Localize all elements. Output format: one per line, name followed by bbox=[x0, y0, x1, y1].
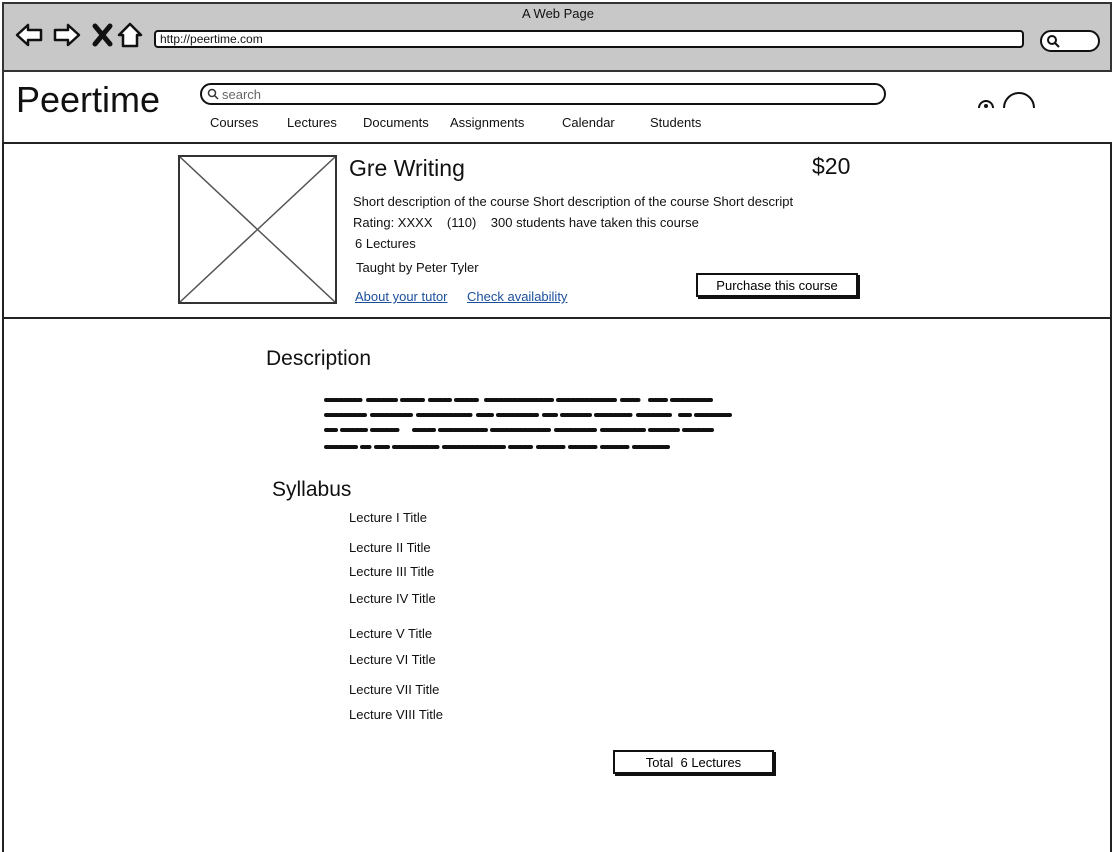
address-bar[interactable]: http://peertime.com bbox=[154, 30, 1024, 48]
total-lectures-button[interactable]: Total 6 Lectures bbox=[613, 750, 774, 774]
nav-lectures[interactable]: Lectures bbox=[287, 115, 337, 130]
lecture-item[interactable]: Lecture V Title bbox=[349, 626, 432, 641]
course-image bbox=[178, 155, 337, 304]
lecture-item[interactable]: Lecture I Title bbox=[349, 510, 427, 525]
course-short-description: Short description of the course Short de… bbox=[353, 194, 794, 209]
course-lecture-count: 6 Lectures bbox=[355, 236, 416, 251]
search-icon bbox=[1047, 35, 1060, 48]
window-title: A Web Page bbox=[521, 6, 595, 21]
course-tutor: Taught by Peter Tyler bbox=[356, 260, 479, 275]
check-availability-link[interactable]: Check availability bbox=[467, 289, 567, 304]
description-scribble bbox=[324, 398, 732, 449]
course-title: Gre Writing bbox=[349, 155, 465, 181]
nav-documents[interactable]: Documents bbox=[363, 115, 429, 130]
back-arrow-icon[interactable] bbox=[14, 20, 44, 50]
browser-search-button[interactable] bbox=[1040, 30, 1100, 52]
lecture-item[interactable]: Lecture VII Title bbox=[349, 682, 439, 697]
logo[interactable]: Peertime bbox=[16, 80, 160, 120]
app-header bbox=[2, 70, 1112, 142]
avatar bbox=[1003, 92, 1035, 109]
course-price: $20 bbox=[812, 153, 851, 179]
purchase-button[interactable]: Purchase this course bbox=[696, 273, 858, 297]
lecture-item[interactable]: Lecture II Title bbox=[349, 540, 431, 555]
lecture-item[interactable]: Lecture VI Title bbox=[349, 652, 436, 667]
description-heading: Description bbox=[266, 347, 372, 370]
search-icon bbox=[207, 88, 219, 100]
nav-courses[interactable]: Courses bbox=[210, 115, 258, 130]
lecture-item[interactable]: Lecture III Title bbox=[349, 564, 434, 579]
user-icons[interactable] bbox=[976, 90, 1036, 110]
nav-calendar[interactable]: Calendar bbox=[562, 115, 615, 130]
home-icon[interactable] bbox=[116, 20, 146, 50]
nav-students[interactable]: Students bbox=[650, 115, 701, 130]
syllabus-heading: Syllabus bbox=[272, 478, 352, 501]
about-tutor-link[interactable]: About your tutor bbox=[355, 289, 448, 304]
forward-arrow-icon[interactable] bbox=[52, 20, 82, 50]
image-placeholder-icon bbox=[180, 157, 335, 302]
lecture-item[interactable]: Lecture IV Title bbox=[349, 591, 436, 606]
course-rating: Rating: XXXX (110) 300 students have tak… bbox=[353, 215, 699, 230]
site-search[interactable] bbox=[200, 83, 886, 105]
search-input[interactable] bbox=[222, 86, 862, 102]
url-text: http://peertime.com bbox=[160, 32, 263, 46]
nav-assignments[interactable]: Assignments bbox=[450, 115, 524, 130]
lecture-item[interactable]: Lecture VIII Title bbox=[349, 707, 443, 722]
